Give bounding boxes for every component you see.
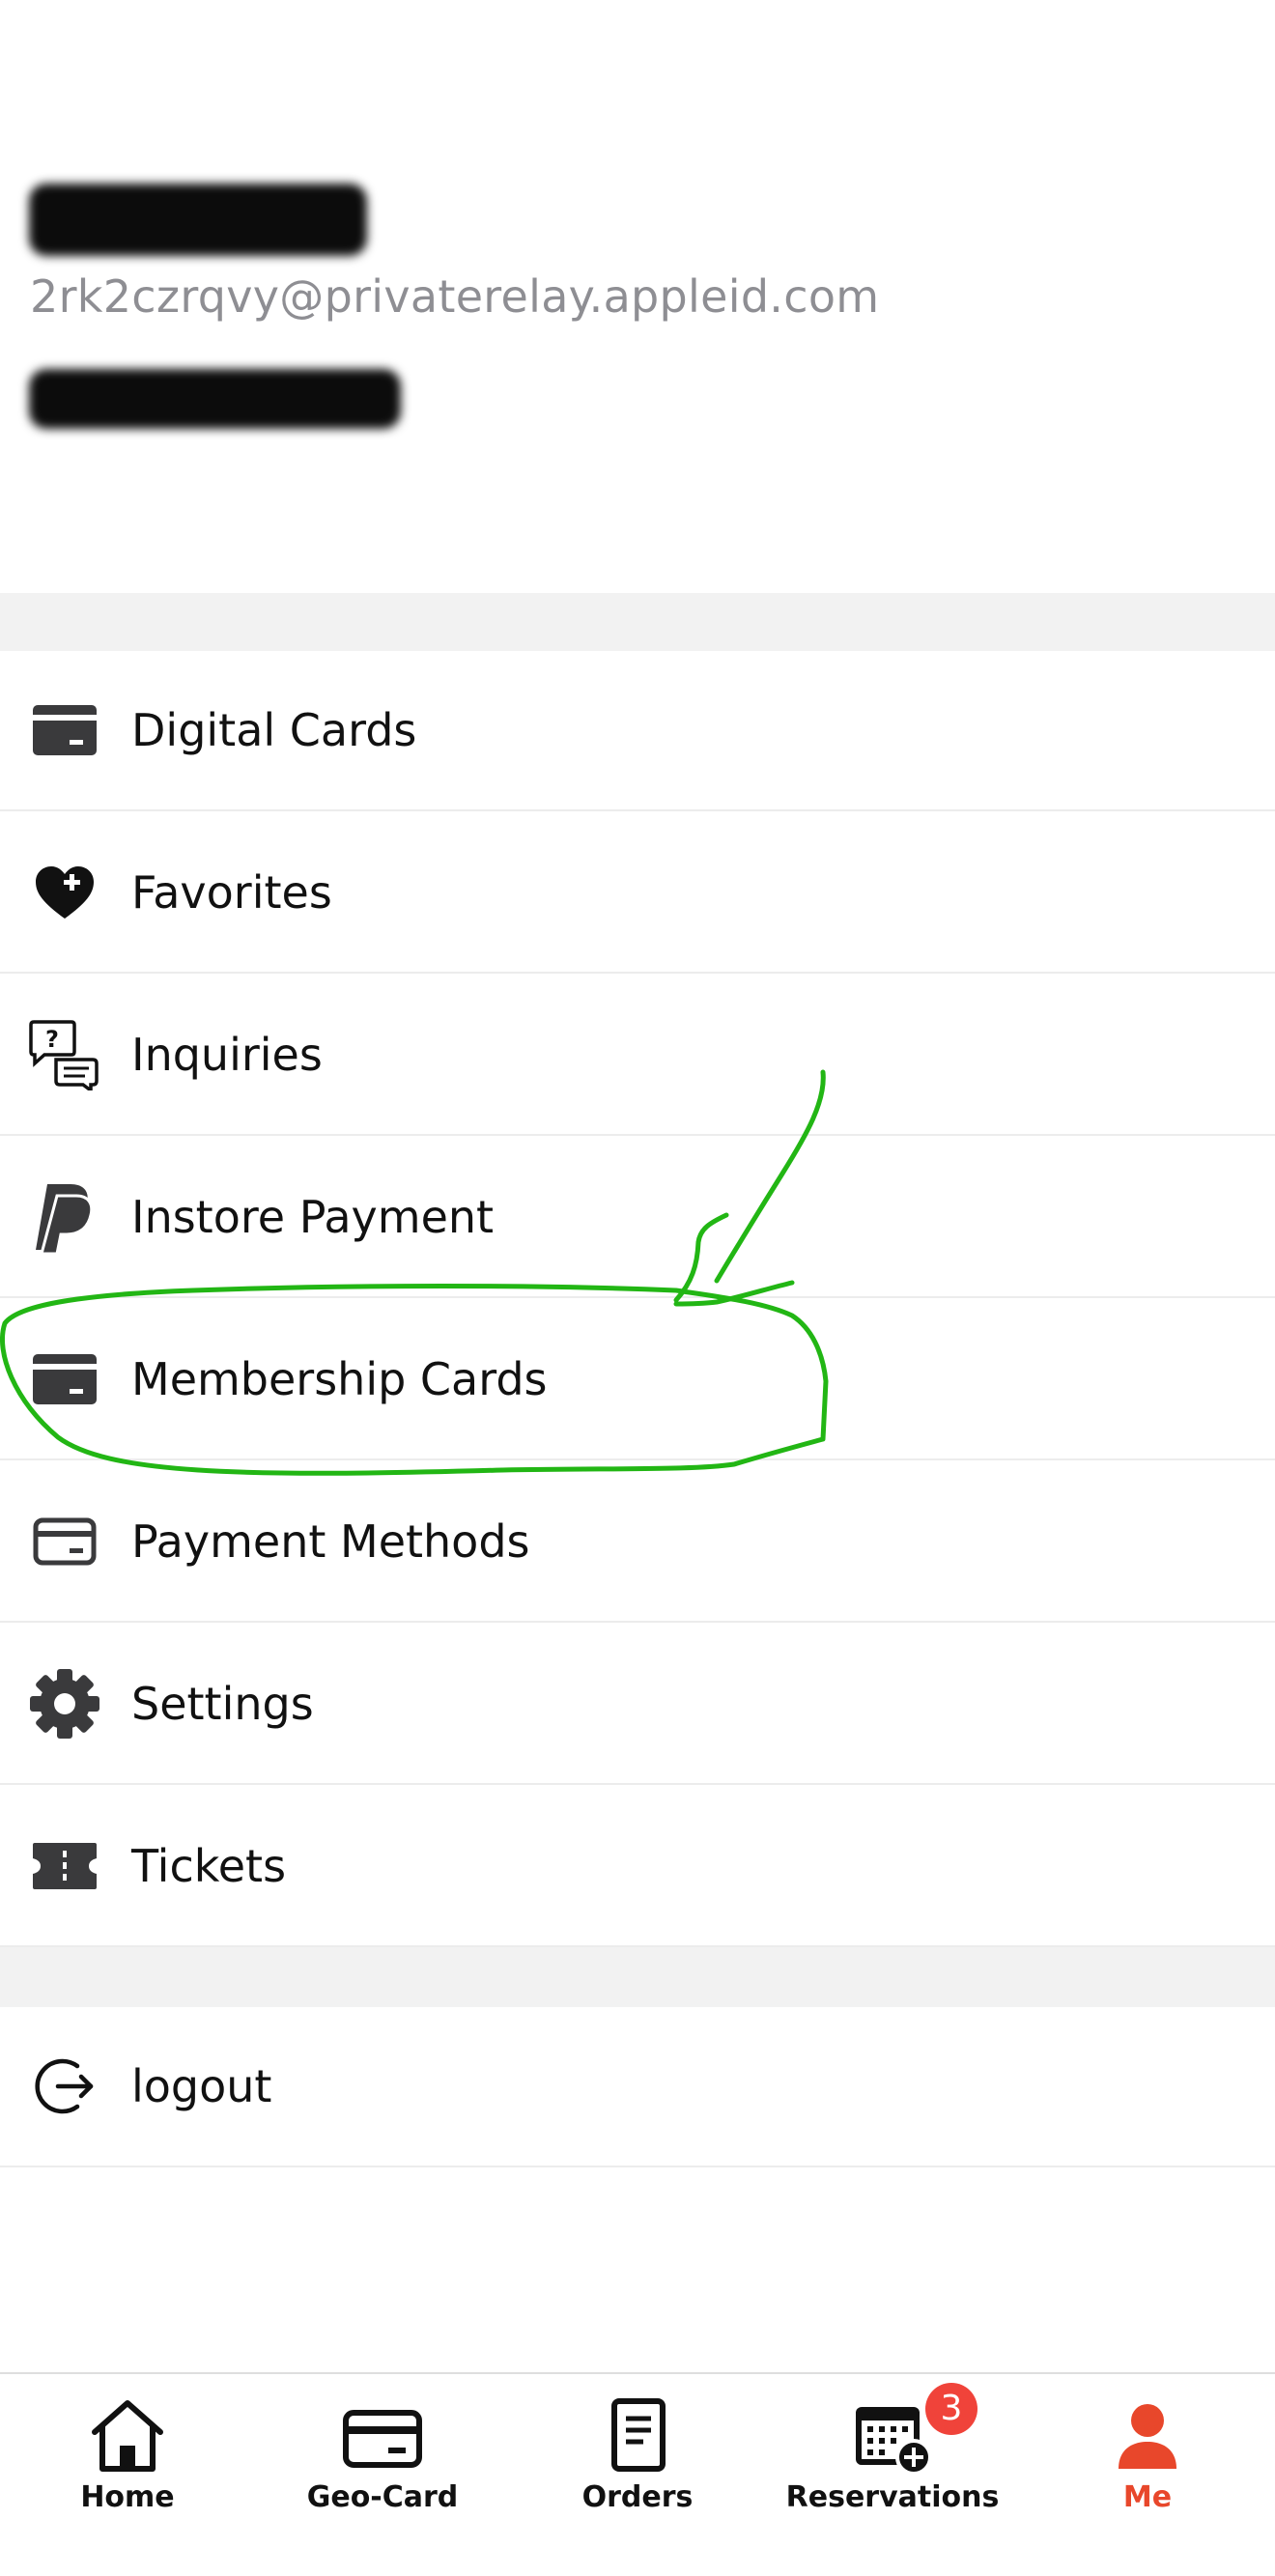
tab-reservations[interactable]: Reservations: [765, 2374, 1020, 2529]
redacted-phone: [29, 369, 401, 429]
menu-item-logout[interactable]: Digital Cards logout: [0, 2007, 1275, 2167]
logout-icon: [27, 2049, 102, 2124]
tab-label: Reservations: [785, 2480, 1000, 2514]
menu-item-label: Membership Cards: [131, 1353, 548, 1405]
menu-item-inquiries[interactable]: ? Inquiries: [0, 976, 1275, 1136]
reservations-badge: 3: [925, 2383, 978, 2435]
menu-item-label: Settings: [131, 1678, 314, 1730]
tab-geo-card[interactable]: Geo-Card: [255, 2374, 510, 2529]
section-divider: [0, 593, 1275, 651]
tab-label: Geo-Card: [306, 2480, 459, 2514]
heart-plus-icon: [27, 855, 102, 930]
menu-item-label: Instore Payment: [131, 1191, 495, 1243]
home-icon: [85, 2395, 170, 2477]
gear-icon: [27, 1666, 102, 1741]
paypal-icon: [27, 1179, 102, 1255]
tab-home[interactable]: Home: [0, 2374, 255, 2529]
menu-item-tickets[interactable]: Tickets: [0, 1787, 1275, 1947]
card-icon: [27, 693, 102, 768]
section-divider: [0, 1947, 1275, 2007]
profile-email: 2rk2czrqvy@privaterelay.appleid.com: [30, 270, 880, 323]
tab-label: Me: [1122, 2480, 1173, 2514]
profile-header: 2rk2czrqvy@privaterelay.appleid.com: [0, 0, 1275, 593]
person-icon: [1105, 2395, 1190, 2477]
menu-item-label: Favorites: [131, 866, 332, 919]
tab-me[interactable]: Me: [1020, 2374, 1275, 2529]
menu-item-instore-payment[interactable]: Instore Payment: [0, 1138, 1275, 1298]
logout-label: logout: [131, 2060, 272, 2112]
credit-card-outline-icon: [27, 1504, 102, 1579]
svg-text:?: ?: [45, 1026, 59, 1053]
tab-label: Orders: [581, 2480, 694, 2514]
ticket-icon: [27, 1828, 102, 1904]
document-icon: [595, 2395, 680, 2477]
menu-item-label: Inquiries: [131, 1029, 323, 1081]
menu-item-settings[interactable]: Settings: [0, 1625, 1275, 1785]
bottom-tab-bar: Home Geo-Card Orders Reservations Me: [0, 2372, 1275, 2576]
tab-orders[interactable]: Orders: [510, 2374, 765, 2529]
menu-item-payment-methods[interactable]: Payment Methods: [0, 1462, 1275, 1623]
menu-item-favorites[interactable]: Favorites: [0, 813, 1275, 974]
redacted-name: [29, 184, 367, 256]
card-icon: [27, 1342, 102, 1417]
menu-item-membership-cards[interactable]: Membership Cards: [0, 1300, 1275, 1460]
card-outline-icon: [340, 2395, 425, 2477]
menu-item-label: Digital Cards: [131, 704, 417, 756]
chat-question-icon: ?: [27, 1017, 102, 1092]
menu-item-label: Payment Methods: [131, 1515, 530, 1568]
menu-item-digital-cards[interactable]: Digital Cards: [0, 651, 1275, 811]
menu-item-label: Tickets: [131, 1840, 287, 1892]
calendar-add-icon: [850, 2395, 935, 2477]
tab-label: Home: [80, 2480, 175, 2514]
